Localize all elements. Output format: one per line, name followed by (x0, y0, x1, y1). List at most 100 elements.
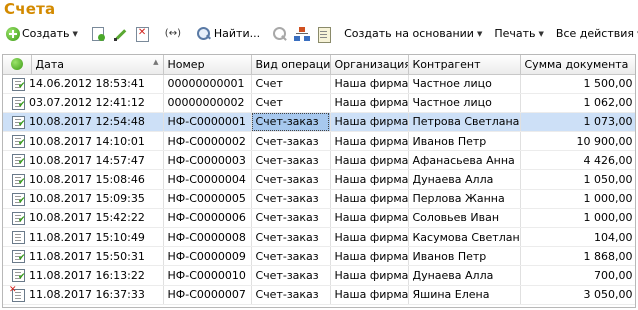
contractor-cell[interactable]: Касумова Светлана (408, 227, 521, 248)
column-header-operation[interactable]: Вид операции (251, 55, 331, 75)
table-row[interactable]: 11.08.2017 16:37:33 НФ-С0000007Счет-заказ… (3, 285, 635, 305)
date-cell[interactable]: 10.08.2017 12:54:48 (3, 112, 164, 133)
sum-cell[interactable]: 10 900,00 (520, 131, 635, 152)
operation-cell[interactable]: Счет-заказ (251, 150, 331, 171)
organization-cell[interactable]: Наша фирма (330, 265, 409, 286)
documents-table[interactable]: Дата ▲ Номер Вид операции Организация Кон… (2, 54, 636, 308)
column-header-contractor[interactable]: Контрагент (408, 55, 521, 75)
table-row[interactable]: 11.08.2017 15:50:31 НФ-С0000009Счет-заказ… (3, 246, 635, 267)
sum-cell[interactable]: 1 500,00 (520, 74, 635, 94)
organization-cell[interactable]: Наша фирма (330, 285, 409, 305)
operation-cell[interactable]: Счет-заказ (251, 189, 331, 209)
structure-button[interactable] (291, 23, 313, 45)
operation-cell[interactable]: Счет-заказ (251, 208, 331, 229)
contractor-cell[interactable]: Иванов Петр (408, 246, 521, 267)
contractor-cell[interactable]: Дунаева Алла (408, 169, 521, 190)
organization-cell[interactable]: Наша фирма (330, 131, 409, 152)
number-cell[interactable]: НФ-С0000004 (163, 169, 252, 190)
number-cell[interactable]: НФ-С0000006 (163, 208, 252, 229)
operation-cell[interactable]: Счет (251, 93, 331, 113)
organization-cell[interactable]: Наша фирма (330, 74, 409, 94)
operation-cell[interactable]: Счет (251, 74, 331, 94)
number-cell[interactable]: 00000000002 (163, 93, 252, 113)
date-cell[interactable]: 03.07.2012 12:41:12 (3, 93, 164, 113)
number-cell[interactable]: НФ-С0000003 (163, 150, 252, 171)
delete-button[interactable] (131, 23, 153, 45)
number-cell[interactable]: 00000000001 (163, 74, 252, 94)
date-cell[interactable]: 10.08.2017 15:08:46 (3, 169, 164, 190)
organization-cell[interactable]: Наша фирма (330, 208, 409, 229)
column-header-status[interactable] (3, 55, 32, 75)
table-row[interactable]: 10.08.2017 15:08:46 НФ-С0000004Счет-заказ… (3, 169, 635, 190)
number-cell[interactable]: НФ-С0000005 (163, 189, 252, 209)
sum-cell[interactable]: 1 000,00 (520, 189, 635, 209)
find-button[interactable]: Найти... (193, 23, 263, 45)
create-based-on-button[interactable]: Создать на основании ▼ (341, 23, 485, 45)
sum-cell[interactable]: 104,00 (520, 227, 635, 248)
organization-cell[interactable]: Наша фирма (330, 227, 409, 248)
organization-cell[interactable]: Наша фирма (330, 189, 409, 209)
contractor-cell[interactable]: Дунаева Алла (408, 265, 521, 286)
sum-cell[interactable]: 1 073,00 (520, 112, 635, 133)
date-cell[interactable]: 11.08.2017 16:37:33 (3, 285, 164, 305)
date-cell[interactable]: 11.08.2017 15:10:49 (3, 227, 164, 248)
sum-cell[interactable]: 700,00 (520, 265, 635, 286)
organization-cell[interactable]: Наша фирма (330, 93, 409, 113)
sum-cell[interactable]: 1 062,00 (520, 93, 635, 113)
contractor-cell[interactable]: Перлова Жанна (408, 189, 521, 209)
date-cell[interactable]: 14.06.2012 18:53:41 (3, 74, 164, 94)
sum-cell[interactable]: 3 050,00 (520, 285, 635, 305)
copy-button[interactable] (87, 23, 109, 45)
sum-cell[interactable]: 4 426,00 (520, 150, 635, 171)
operation-cell[interactable]: Счет-заказ (251, 265, 331, 286)
contractor-cell[interactable]: Яшина Елена (408, 285, 521, 305)
number-cell[interactable]: НФ-С0000008 (163, 227, 252, 248)
table-row[interactable]: 10.08.2017 15:42:22 НФ-С0000006Счет-заказ… (3, 208, 635, 229)
number-cell[interactable]: НФ-С0000002 (163, 131, 252, 152)
sum-cell[interactable]: 1 868,00 (520, 246, 635, 267)
number-cell[interactable]: НФ-С0000009 (163, 246, 252, 267)
operation-cell[interactable]: Счет-заказ (251, 246, 331, 267)
column-header-organization[interactable]: Организация (330, 55, 409, 75)
date-cell[interactable]: 10.08.2017 14:57:47 (3, 150, 164, 171)
report-button[interactable] (313, 23, 335, 45)
edit-button[interactable] (109, 23, 131, 45)
contractor-cell[interactable]: Соловьев Иван (408, 208, 521, 229)
operation-cell[interactable]: Счет-заказ (251, 227, 331, 248)
create-button[interactable]: Создать ▼ (3, 23, 81, 45)
organization-cell[interactable]: Наша фирма (330, 246, 409, 267)
operation-cell[interactable]: Счет-заказ (251, 131, 331, 152)
cancel-search-button[interactable] (269, 23, 291, 45)
sum-cell[interactable]: 1 050,00 (520, 169, 635, 190)
organization-cell[interactable]: Наша фирма (330, 169, 409, 190)
table-row[interactable]: 03.07.2012 12:41:12 00000000002СчетНаша ф… (3, 93, 635, 113)
table-row[interactable]: 11.08.2017 16:13:22 НФ-С0000010Счет-заказ… (3, 265, 635, 286)
table-row[interactable]: 10.08.2017 14:57:47 НФ-С0000003Счет-заказ… (3, 150, 635, 171)
contractor-cell[interactable]: Петрова Светлана (408, 112, 521, 133)
all-actions-button[interactable]: Все действия ▼ (553, 23, 638, 45)
link-button[interactable]: (↔) (159, 23, 187, 45)
number-cell[interactable]: НФ-С0000001 (163, 112, 252, 133)
table-row[interactable]: 10.08.2017 14:10:01 НФ-С0000002Счет-заказ… (3, 131, 635, 152)
operation-cell[interactable]: Счет-заказ (251, 169, 331, 190)
table-row[interactable]: 14.06.2012 18:53:41 00000000001СчетНаша ф… (3, 74, 635, 94)
organization-cell[interactable]: Наша фирма (330, 112, 409, 133)
column-header-sum[interactable]: Сумма документа (520, 55, 635, 75)
table-row[interactable]: 10.08.2017 15:09:35 НФ-С0000005Счет-заказ… (3, 189, 635, 209)
contractor-cell[interactable]: Афанасьева Анна (408, 150, 521, 171)
date-cell[interactable]: 10.08.2017 14:10:01 (3, 131, 164, 152)
table-row[interactable]: 11.08.2017 15:10:49 НФ-С0000008 Счет-заказ… (3, 227, 635, 248)
column-header-date[interactable]: Дата ▲ (31, 55, 164, 75)
date-cell[interactable]: 11.08.2017 16:13:22 (3, 265, 164, 286)
operation-cell[interactable]: Счет-заказ (251, 285, 331, 305)
number-cell[interactable]: НФ-С0000010 (163, 265, 252, 286)
column-header-number[interactable]: Номер (163, 55, 252, 75)
date-cell[interactable]: 10.08.2017 15:42:22 (3, 208, 164, 229)
table-row[interactable]: 10.08.2017 12:54:48 НФ-С0000001Счет-заказ… (3, 112, 635, 133)
contractor-cell[interactable]: Частное лицо (408, 74, 521, 94)
number-cell[interactable]: НФ-С0000007 (163, 285, 252, 305)
date-cell[interactable]: 10.08.2017 15:09:35 (3, 189, 164, 209)
date-cell[interactable]: 11.08.2017 15:50:31 (3, 246, 164, 267)
sum-cell[interactable]: 1 000,00 (520, 208, 635, 229)
contractor-cell[interactable]: Иванов Петр (408, 131, 521, 152)
